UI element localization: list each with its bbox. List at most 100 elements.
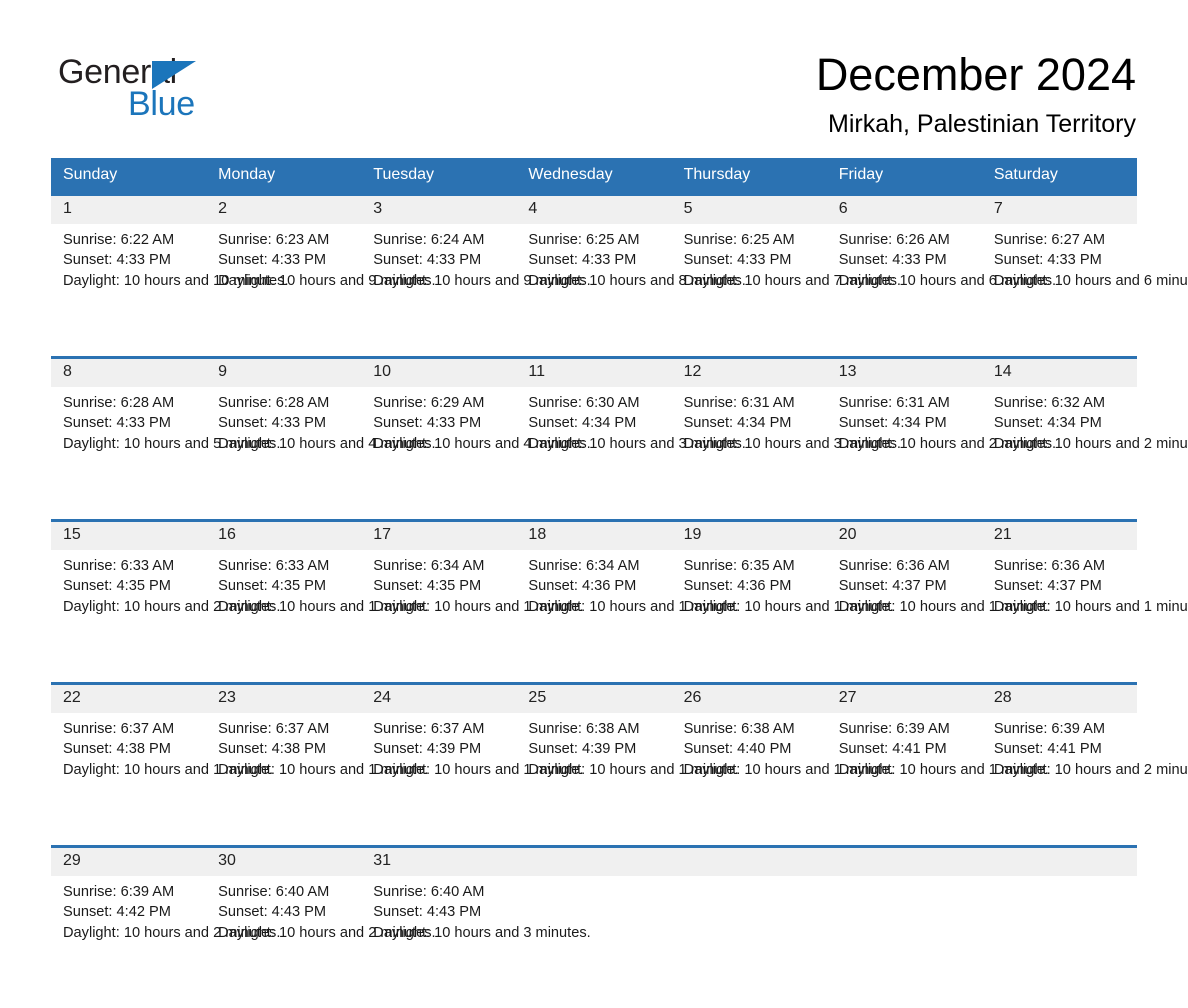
day-number-cell[interactable]: 21: [982, 521, 1137, 551]
day-number-cell[interactable]: 5: [672, 195, 827, 225]
day-number-cell[interactable]: 22: [51, 684, 206, 714]
day-number-cell[interactable]: 12: [672, 358, 827, 388]
daylight-text: Daylight: 10 hours and 1 minute.: [839, 760, 971, 780]
day-detail-cell[interactable]: Sunrise: 6:40 AM Sunset: 4:43 PM Dayligh…: [361, 876, 516, 1008]
day-detail-cell[interactable]: Sunrise: 6:28 AM Sunset: 4:33 PM Dayligh…: [206, 387, 361, 521]
sunrise-text: Sunrise: 6:37 AM: [63, 719, 198, 739]
daylight-text: Daylight: 10 hours and 6 minutes.: [994, 271, 1126, 291]
day-number-cell[interactable]: 28: [982, 684, 1137, 714]
week-row-details: Sunrise: 6:39 AM Sunset: 4:42 PM Dayligh…: [51, 876, 1137, 1008]
day-detail-cell[interactable]: Sunrise: 6:25 AM Sunset: 4:33 PM Dayligh…: [516, 224, 671, 358]
day-detail-cell[interactable]: Sunrise: 6:22 AM Sunset: 4:33 PM Dayligh…: [51, 224, 206, 358]
day-detail-cell[interactable]: Sunrise: 6:37 AM Sunset: 4:38 PM Dayligh…: [206, 713, 361, 847]
sunset-text: Sunset: 4:39 PM: [373, 739, 508, 759]
day-detail-cell[interactable]: Sunrise: 6:31 AM Sunset: 4:34 PM Dayligh…: [827, 387, 982, 521]
day-number-cell[interactable]: 25: [516, 684, 671, 714]
day-number-cell[interactable]: 26: [672, 684, 827, 714]
day-number-cell[interactable]: 27: [827, 684, 982, 714]
day-number-cell[interactable]: 19: [672, 521, 827, 551]
day-number-cell[interactable]: 13: [827, 358, 982, 388]
daylight-text: Daylight: 10 hours and 2 minutes.: [839, 434, 971, 454]
day-detail-cell[interactable]: Sunrise: 6:38 AM Sunset: 4:39 PM Dayligh…: [516, 713, 671, 847]
day-detail-cell[interactable]: Sunrise: 6:33 AM Sunset: 4:35 PM Dayligh…: [51, 550, 206, 684]
day-number-cell[interactable]: 11: [516, 358, 671, 388]
week-row-dates: 8 9 10 11 12 13 14: [51, 358, 1137, 388]
day-detail-cell[interactable]: Sunrise: 6:29 AM Sunset: 4:33 PM Dayligh…: [361, 387, 516, 521]
day-detail-cell[interactable]: Sunrise: 6:31 AM Sunset: 4:34 PM Dayligh…: [672, 387, 827, 521]
day-detail-cell[interactable]: Sunrise: 6:37 AM Sunset: 4:39 PM Dayligh…: [361, 713, 516, 847]
day-detail-cell[interactable]: Sunrise: 6:30 AM Sunset: 4:34 PM Dayligh…: [516, 387, 671, 521]
sunrise-text: Sunrise: 6:36 AM: [994, 556, 1129, 576]
week-row-details: Sunrise: 6:33 AM Sunset: 4:35 PM Dayligh…: [51, 550, 1137, 684]
day-number-cell[interactable]: 20: [827, 521, 982, 551]
day-detail-cell[interactable]: Sunrise: 6:32 AM Sunset: 4:34 PM Dayligh…: [982, 387, 1137, 521]
day-detail-cell[interactable]: Sunrise: 6:38 AM Sunset: 4:40 PM Dayligh…: [672, 713, 827, 847]
day-number-cell-empty: [827, 847, 982, 877]
calendar-table: Sunday Monday Tuesday Wednesday Thursday…: [51, 158, 1137, 1008]
day-detail-cell[interactable]: Sunrise: 6:34 AM Sunset: 4:35 PM Dayligh…: [361, 550, 516, 684]
day-detail-cell[interactable]: Sunrise: 6:39 AM Sunset: 4:42 PM Dayligh…: [51, 876, 206, 1008]
day-number-cell[interactable]: 9: [206, 358, 361, 388]
sunset-text: Sunset: 4:34 PM: [839, 413, 974, 433]
day-number-cell[interactable]: 16: [206, 521, 361, 551]
day-detail-cell[interactable]: Sunrise: 6:33 AM Sunset: 4:35 PM Dayligh…: [206, 550, 361, 684]
sunset-text: Sunset: 4:38 PM: [218, 739, 353, 759]
day-detail-cell[interactable]: Sunrise: 6:37 AM Sunset: 4:38 PM Dayligh…: [51, 713, 206, 847]
sunset-text: Sunset: 4:37 PM: [839, 576, 974, 596]
day-detail-cell[interactable]: Sunrise: 6:24 AM Sunset: 4:33 PM Dayligh…: [361, 224, 516, 358]
day-detail-cell[interactable]: Sunrise: 6:36 AM Sunset: 4:37 PM Dayligh…: [827, 550, 982, 684]
day-detail-cell[interactable]: Sunrise: 6:39 AM Sunset: 4:41 PM Dayligh…: [982, 713, 1137, 847]
day-number-cell[interactable]: 17: [361, 521, 516, 551]
day-number-cell[interactable]: 1: [51, 195, 206, 225]
day-number-cell[interactable]: 30: [206, 847, 361, 877]
sunrise-text: Sunrise: 6:38 AM: [684, 719, 819, 739]
day-number-cell[interactable]: 4: [516, 195, 671, 225]
day-detail-cell[interactable]: Sunrise: 6:25 AM Sunset: 4:33 PM Dayligh…: [672, 224, 827, 358]
day-detail-cell[interactable]: Sunrise: 6:40 AM Sunset: 4:43 PM Dayligh…: [206, 876, 361, 1008]
sunrise-text: Sunrise: 6:36 AM: [839, 556, 974, 576]
day-detail-cell[interactable]: Sunrise: 6:23 AM Sunset: 4:33 PM Dayligh…: [206, 224, 361, 358]
sunrise-text: Sunrise: 6:38 AM: [528, 719, 663, 739]
sunrise-text: Sunrise: 6:31 AM: [839, 393, 974, 413]
day-number-cell[interactable]: 14: [982, 358, 1137, 388]
sunrise-text: Sunrise: 6:26 AM: [839, 230, 974, 250]
day-detail-cell[interactable]: Sunrise: 6:36 AM Sunset: 4:37 PM Dayligh…: [982, 550, 1137, 684]
day-number-cell[interactable]: 31: [361, 847, 516, 877]
location-subtitle: Mirkah, Palestinian Territory: [816, 108, 1136, 140]
day-detail-cell[interactable]: Sunrise: 6:35 AM Sunset: 4:36 PM Dayligh…: [672, 550, 827, 684]
sunrise-text: Sunrise: 6:34 AM: [373, 556, 508, 576]
day-number-cell[interactable]: 23: [206, 684, 361, 714]
daylight-text: Daylight: 10 hours and 4 minutes.: [373, 434, 505, 454]
day-detail-cell[interactable]: Sunrise: 6:26 AM Sunset: 4:33 PM Dayligh…: [827, 224, 982, 358]
sunrise-text: Sunrise: 6:23 AM: [218, 230, 353, 250]
day-detail-cell[interactable]: Sunrise: 6:34 AM Sunset: 4:36 PM Dayligh…: [516, 550, 671, 684]
sunset-text: Sunset: 4:36 PM: [684, 576, 819, 596]
day-number-cell[interactable]: 18: [516, 521, 671, 551]
day-number-cell[interactable]: 6: [827, 195, 982, 225]
day-detail-cell[interactable]: Sunrise: 6:28 AM Sunset: 4:33 PM Dayligh…: [51, 387, 206, 521]
sunrise-text: Sunrise: 6:34 AM: [528, 556, 663, 576]
daylight-text: Daylight: 10 hours and 1 minute.: [63, 760, 195, 780]
day-detail-cell-empty: [827, 876, 982, 1008]
week-row-dates: 22 23 24 25 26 27 28: [51, 684, 1137, 714]
daylight-text: Daylight: 10 hours and 2 minutes.: [218, 923, 350, 943]
weekday-header-sunday: Sunday: [51, 158, 206, 195]
day-number-cell[interactable]: 3: [361, 195, 516, 225]
day-detail-cell[interactable]: Sunrise: 6:39 AM Sunset: 4:41 PM Dayligh…: [827, 713, 982, 847]
sunrise-text: Sunrise: 6:39 AM: [839, 719, 974, 739]
day-number-cell[interactable]: 10: [361, 358, 516, 388]
day-number-cell[interactable]: 2: [206, 195, 361, 225]
day-number-cell[interactable]: 7: [982, 195, 1137, 225]
daylight-text: Daylight: 10 hours and 10 minutes.: [63, 271, 195, 291]
day-detail-cell[interactable]: Sunrise: 6:27 AM Sunset: 4:33 PM Dayligh…: [982, 224, 1137, 358]
day-number-cell[interactable]: 24: [361, 684, 516, 714]
day-number-cell[interactable]: 29: [51, 847, 206, 877]
day-number-cell-empty: [516, 847, 671, 877]
sunset-text: Sunset: 4:33 PM: [218, 250, 353, 270]
sunset-text: Sunset: 4:39 PM: [528, 739, 663, 759]
daylight-text: Daylight: 10 hours and 7 minutes.: [684, 271, 816, 291]
sunrise-text: Sunrise: 6:24 AM: [373, 230, 508, 250]
day-number-cell[interactable]: 15: [51, 521, 206, 551]
day-number-cell[interactable]: 8: [51, 358, 206, 388]
daylight-text: Daylight: 10 hours and 1 minute.: [528, 597, 660, 617]
